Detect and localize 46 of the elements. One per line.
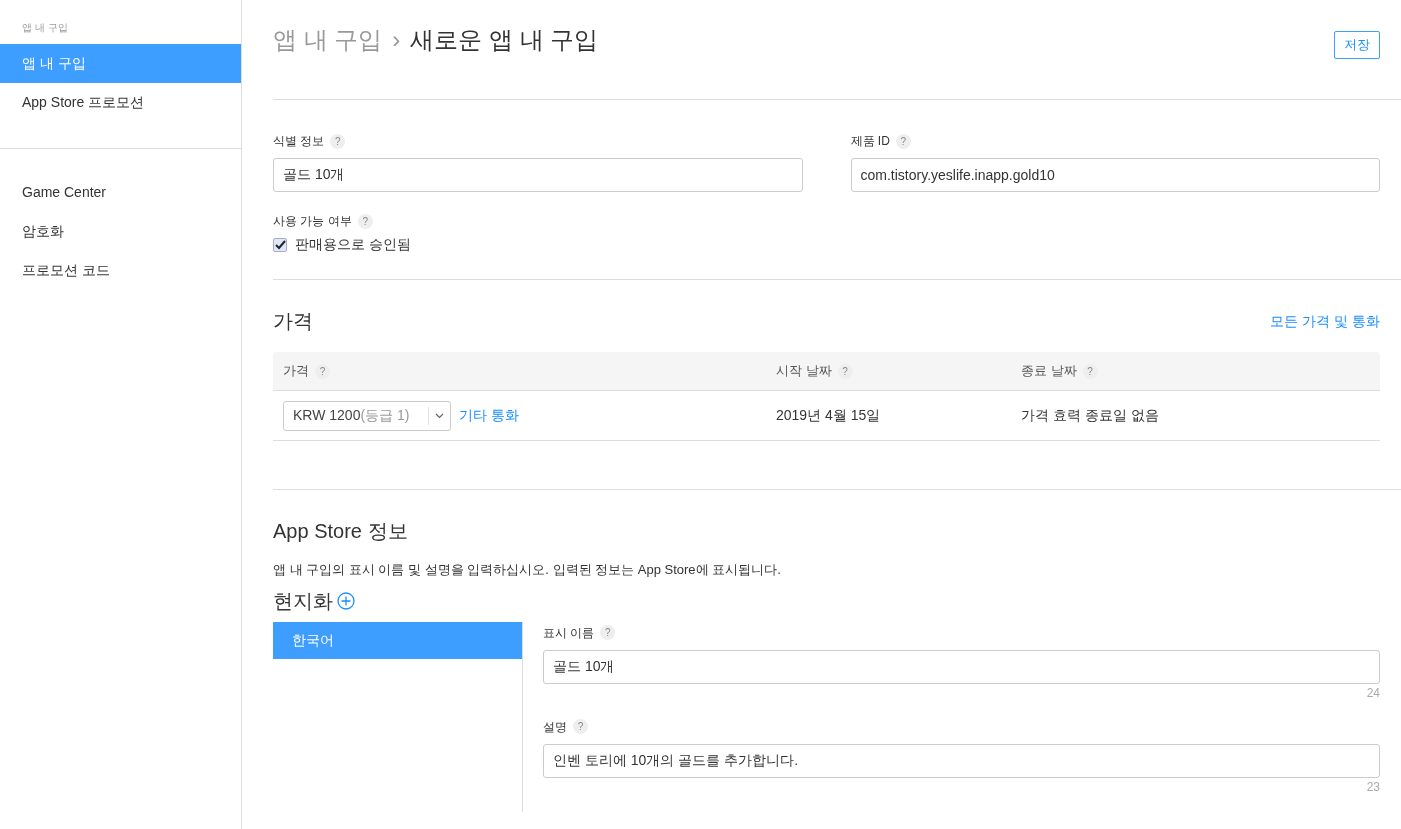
table-cell-text: 2019년 4월 15일 [776, 406, 882, 425]
save-button[interactable]: 저장 [1334, 31, 1380, 59]
text-field[interactable]: 골드 10개 [543, 649, 1380, 684]
help-icon[interactable]: ? [357, 213, 373, 229]
help-icon[interactable]: ? [1082, 363, 1098, 379]
breadcrumb-separator: › [392, 25, 401, 55]
sidebar-item[interactable]: 앱 내 구입 [0, 44, 241, 83]
field-label: 사용 가능 여부 [273, 213, 352, 230]
help-icon[interactable]: ? [315, 363, 330, 379]
column-header: 시작 날짜 [776, 362, 832, 381]
page-title: 새로운 앱 내 구입 [410, 25, 599, 55]
checkbox[interactable] [273, 237, 287, 252]
text-field[interactable]: 인벤 토리에 10개의 골드를 추가합니다. [543, 743, 1380, 778]
sidebar-item[interactable]: App Store 프로모션 [0, 83, 241, 122]
column-header: 가격 [283, 362, 309, 381]
checkbox-label: 판매용으로 승인됨 [295, 235, 411, 254]
help-icon[interactable]: ? [573, 719, 588, 734]
sidebar-item[interactable]: 프로모션 코드 [0, 251, 241, 290]
field-label: 설명 [543, 718, 567, 736]
breadcrumb-link[interactable]: 앱 내 구입 [273, 22, 383, 58]
sidebar-item[interactable]: Game Center [0, 173, 241, 212]
sidebar-item[interactable]: 암호화 [0, 212, 241, 251]
section-title: App Store 정보 [273, 519, 409, 544]
sidebar-section-title: 앱 내 구입 [21, 21, 69, 35]
price-select[interactable]: KRW 1200(등급 1) [283, 400, 451, 431]
section-title: 가격 [273, 309, 313, 334]
other-currency-link[interactable]: 기타 통화 [459, 405, 519, 426]
section-title: 현지화 [273, 588, 333, 614]
help-icon[interactable]: ? [837, 363, 853, 379]
help-icon[interactable]: ? [330, 133, 346, 149]
field-label: 표시 이름 [543, 624, 595, 642]
character-count: 23 [1366, 779, 1380, 794]
help-icon[interactable]: ? [895, 133, 911, 149]
column-header: 종료 날짜 [1021, 362, 1077, 381]
text-field[interactable]: 골드 10개 [273, 158, 803, 192]
text-field[interactable]: com.tistory.yeslife.inapp.gold10 [850, 158, 1380, 192]
table-cell-text: 가격 효력 종료일 없음 [1021, 406, 1159, 425]
field-label: 제품 ID [850, 133, 890, 150]
field-label: 식별 정보 [273, 133, 325, 150]
add-icon[interactable] [337, 591, 355, 610]
all-prices-link[interactable]: 모든 가격 및 통화 [1270, 310, 1380, 332]
chevron-down-icon [435, 412, 444, 419]
help-icon[interactable]: ? [600, 625, 616, 640]
character-count: 24 [1366, 685, 1380, 700]
section-description: 앱 내 구입의 표시 이름 및 설명을 입력하십시오. 입력된 정보는 App Store에 표시됩니다. [273, 561, 782, 579]
language-item[interactable]: 한국어 [273, 621, 522, 659]
